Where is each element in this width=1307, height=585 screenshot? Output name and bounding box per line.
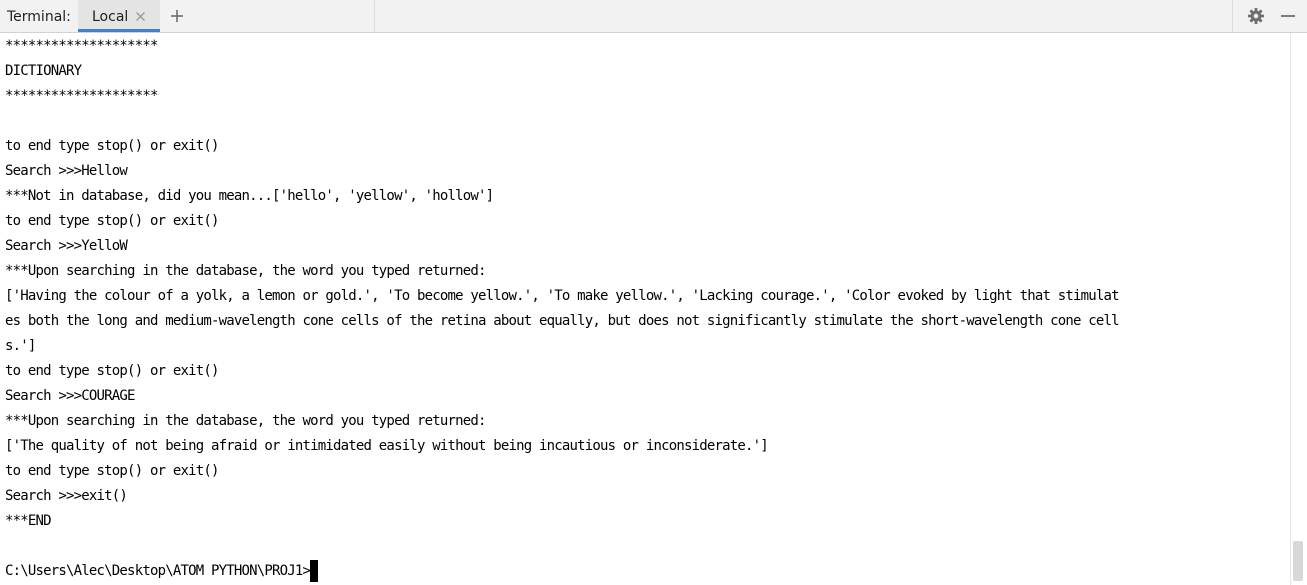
terminal-line: DICTIONARY	[5, 63, 82, 79]
header-divider	[374, 0, 375, 32]
terminal-line: ***Upon searching in the database, the w…	[5, 263, 486, 279]
terminal-line: to end type stop() or exit()	[5, 463, 219, 479]
terminal-line: Search >>>YelloW	[5, 238, 128, 254]
vertical-scrollbar[interactable]	[1290, 33, 1307, 585]
tool-window-title: Terminal:	[7, 9, 71, 25]
terminal-line: es both the long and medium-wavelength c…	[5, 313, 1120, 329]
terminal-tool-window: Terminal: Local ******************** DIC…	[0, 0, 1307, 585]
terminal-line: Search >>>exit()	[5, 488, 128, 504]
terminal-line: ['The quality of not being afraid or int…	[5, 438, 769, 454]
terminal-prompt: C:\Users\Alec\Desktop\ATOM PYTHON\PROJ1>	[5, 563, 311, 579]
scrollbar-thumb[interactable]	[1293, 541, 1303, 581]
terminal-line: ********************	[5, 38, 158, 54]
active-tab-indicator	[78, 29, 160, 32]
terminal-line: to end type stop() or exit()	[5, 363, 219, 379]
terminal-line: Search >>>COURAGE	[5, 388, 136, 404]
terminal-line: to end type stop() or exit()	[5, 138, 219, 154]
plus-icon[interactable]	[169, 8, 185, 24]
terminal-line: ***Upon searching in the database, the w…	[5, 413, 486, 429]
close-icon[interactable]	[134, 10, 147, 23]
gear-icon[interactable]	[1247, 7, 1265, 25]
terminal-line: to end type stop() or exit()	[5, 213, 219, 229]
terminal-line: ['Having the colour of a yolk, a lemon o…	[5, 288, 1120, 304]
terminal-output[interactable]: ******************** DICTIONARY **********…	[0, 33, 1289, 585]
terminal-line: ***END	[5, 513, 52, 529]
text-cursor	[310, 560, 318, 582]
terminal-line: ********************	[5, 88, 158, 104]
minimize-icon[interactable]	[1279, 8, 1297, 24]
header-divider	[1232, 0, 1233, 32]
terminal-header-bar: Terminal: Local	[0, 0, 1307, 33]
tab-local-label: Local	[92, 9, 129, 25]
terminal-line: Search >>>Hellow	[5, 163, 128, 179]
terminal-line: ***Not in database, did you mean...['hel…	[5, 188, 494, 204]
terminal-line: s.']	[5, 338, 36, 354]
tab-local[interactable]: Local	[78, 0, 160, 32]
